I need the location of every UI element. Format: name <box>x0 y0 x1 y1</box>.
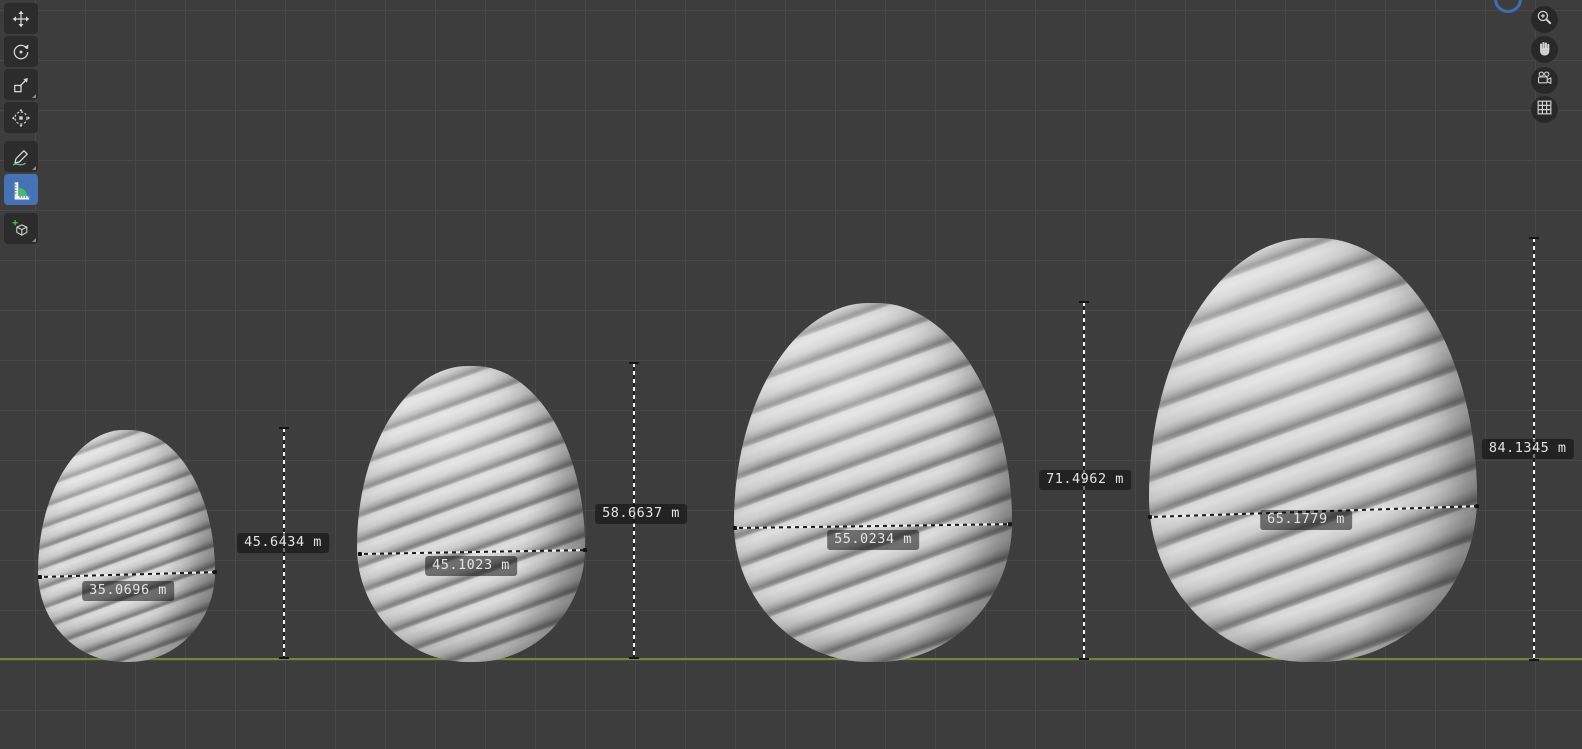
width-measurement-label: 35.0696 m <box>82 581 174 601</box>
hand-icon <box>1536 39 1554 61</box>
camera-view-gizmo-button[interactable] <box>1531 67 1558 94</box>
width-measurement-label: 65.1779 m <box>1260 510 1352 530</box>
camera-icon <box>1535 69 1554 92</box>
navigation-axis-gizmo[interactable] <box>1494 0 1522 13</box>
width-measurement-label: 55.0234 m <box>827 530 919 550</box>
pan-gizmo-button[interactable] <box>1531 36 1558 63</box>
add-cube-icon <box>11 219 31 239</box>
tool-bar <box>4 3 38 246</box>
add-cube-tool-button[interactable] <box>4 213 38 244</box>
rotate-tool-button[interactable] <box>4 36 38 67</box>
egg-model-2[interactable] <box>357 366 585 662</box>
height-measurement-label: 71.4962 m <box>1039 470 1131 490</box>
grid-toggle-gizmo-button[interactable] <box>1531 96 1558 123</box>
height-measurement-label: 84.1345 m <box>1481 439 1574 459</box>
3d-viewport[interactable]: 35.0696 m 45.6434 m 45.1023 m 58.6637 m … <box>0 0 1582 749</box>
scale-icon <box>11 75 31 95</box>
annotate-tool-button[interactable] <box>4 141 38 172</box>
rotate-icon <box>11 42 31 62</box>
height-measurement-label: 45.6434 m <box>237 533 329 553</box>
zoom-in-icon <box>1535 8 1554 31</box>
transform-icon <box>11 108 31 128</box>
height-measurement-label: 58.6637 m <box>595 504 687 524</box>
egg-model-3[interactable] <box>734 303 1012 662</box>
grid-icon <box>1535 98 1554 121</box>
egg-model-4[interactable] <box>1149 238 1477 662</box>
egg-model-1[interactable] <box>38 430 215 662</box>
scale-tool-button[interactable] <box>4 69 38 100</box>
width-measurement-label: 45.1023 m <box>425 556 517 576</box>
move-icon <box>11 9 31 29</box>
move-tool-button[interactable] <box>4 3 38 34</box>
zoom-gizmo-button[interactable] <box>1531 6 1558 33</box>
measure-icon <box>11 180 31 200</box>
transform-tool-button[interactable] <box>4 102 38 133</box>
measure-tool-button[interactable] <box>4 174 38 205</box>
annotate-icon <box>11 147 31 167</box>
